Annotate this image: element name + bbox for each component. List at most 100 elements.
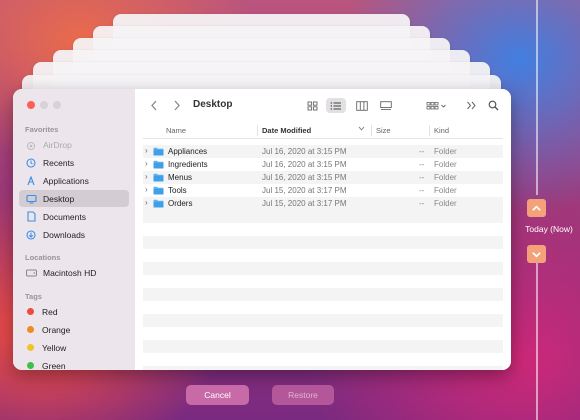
timeline-track-top[interactable] <box>536 0 538 195</box>
sidebar-tag-yellow[interactable]: Yellow <box>19 339 129 356</box>
sidebar-item-label: Documents <box>43 211 86 222</box>
sidebar-item-label: Downloads <box>43 229 86 240</box>
file-date: Jul 15, 2020 at 3:17 PM <box>262 199 347 208</box>
file-size: -- <box>419 160 425 169</box>
sidebar-item-airdrop[interactable]: AirDrop <box>19 136 129 153</box>
sidebar-item-applications[interactable]: Applications <box>19 172 129 189</box>
column-size[interactable]: Size <box>376 126 391 135</box>
close-button[interactable] <box>27 101 35 109</box>
list-view-button[interactable] <box>326 98 346 113</box>
chevron-down-icon <box>532 251 541 258</box>
folder-icon <box>153 147 164 156</box>
sidebar-item-desktop[interactable]: Desktop <box>19 190 129 207</box>
disclosure-chevron-icon[interactable]: › <box>145 198 148 207</box>
more-toolbar-button[interactable] <box>461 98 481 113</box>
chevron-right-icon <box>174 100 180 110</box>
timeline-up-button[interactable] <box>527 199 546 217</box>
applications-icon <box>25 175 37 187</box>
sidebar-item-documents[interactable]: Documents <box>19 208 129 225</box>
airdrop-icon <box>25 139 37 151</box>
tag-dot-icon <box>27 308 34 315</box>
tag-dot-icon <box>27 362 34 369</box>
search-button[interactable] <box>483 98 503 113</box>
file-name: Tools <box>168 186 187 195</box>
forward-button[interactable] <box>170 98 184 112</box>
timeline-label: Today (Now) <box>525 224 573 234</box>
sort-chevron-down-icon <box>358 125 365 134</box>
file-kind: Folder <box>434 173 457 182</box>
column-divider[interactable] <box>371 125 372 136</box>
sidebar-locations-header: Locations <box>25 253 61 262</box>
zoom-button[interactable] <box>53 101 61 109</box>
column-date-modified[interactable]: Date Modified <box>262 126 311 135</box>
sidebar-tag-green[interactable]: Green <box>19 357 129 370</box>
sidebar-item-label: Yellow <box>42 342 67 353</box>
column-view-button[interactable] <box>352 98 372 113</box>
disclosure-chevron-icon[interactable]: › <box>145 146 148 155</box>
disclosure-chevron-icon[interactable]: › <box>145 172 148 181</box>
back-button[interactable] <box>147 98 161 112</box>
sidebar: Favorites AirDrop Recents Applications D… <box>13 89 135 370</box>
restore-button[interactable]: Restore <box>272 385 334 405</box>
sidebar-tag-red[interactable]: Red <box>19 303 129 320</box>
gallery-icon <box>380 100 392 110</box>
timeline-track-bottom[interactable] <box>536 258 538 420</box>
sidebar-item-downloads[interactable]: Downloads <box>19 226 129 243</box>
timeline-down-button[interactable] <box>527 245 546 263</box>
grid-icon <box>307 101 317 110</box>
file-name: Appliances <box>168 147 208 156</box>
empty-list-area <box>143 210 503 370</box>
disclosure-chevron-icon[interactable]: › <box>145 185 148 194</box>
file-size: -- <box>419 173 425 182</box>
column-divider[interactable] <box>257 125 258 136</box>
sidebar-item-label: Green <box>42 360 66 371</box>
column-header: Name Date Modified Size Kind <box>143 123 503 139</box>
toolbar: Desktop <box>135 89 511 121</box>
sidebar-item-label: Desktop <box>43 193 75 204</box>
list-icon <box>330 101 341 110</box>
folder-icon <box>153 173 164 182</box>
sidebar-item-label: AirDrop <box>43 139 72 150</box>
group-by-button[interactable] <box>424 98 450 113</box>
table-row[interactable]: › Ingredients Jul 16, 2020 at 3:15 PM --… <box>143 158 503 171</box>
tag-dot-icon <box>27 344 34 351</box>
table-row[interactable]: › Orders Jul 15, 2020 at 3:17 PM -- Fold… <box>143 197 503 210</box>
folder-icon <box>153 160 164 169</box>
table-row[interactable]: › Menus Jul 16, 2020 at 3:15 PM -- Folde… <box>143 171 503 184</box>
sidebar-item-label: Red <box>42 306 58 317</box>
table-row[interactable]: › Appliances Jul 16, 2020 at 3:15 PM -- … <box>143 145 503 158</box>
table-row[interactable]: › Tools Jul 15, 2020 at 3:17 PM -- Folde… <box>143 184 503 197</box>
finder-window: Favorites AirDrop Recents Applications D… <box>13 89 511 370</box>
file-size: -- <box>419 199 425 208</box>
columns-icon <box>356 100 368 111</box>
cancel-button[interactable]: Cancel <box>186 385 249 405</box>
download-icon <box>25 229 37 241</box>
disclosure-chevron-icon[interactable]: › <box>145 159 148 168</box>
window-controls <box>27 101 61 109</box>
icon-view-button[interactable] <box>302 98 322 113</box>
chevron-left-icon <box>151 100 157 110</box>
file-name: Ingredients <box>168 160 208 169</box>
sidebar-item-label: Macintosh HD <box>43 267 97 278</box>
sidebar-item-recents[interactable]: Recents <box>19 154 129 171</box>
minimize-button[interactable] <box>40 101 48 109</box>
sidebar-item-label: Recents <box>43 157 75 168</box>
sidebar-item-label: Applications <box>43 175 89 186</box>
file-kind: Folder <box>434 186 457 195</box>
folder-icon <box>153 199 164 208</box>
file-size: -- <box>419 147 425 156</box>
sidebar-tag-orange[interactable]: Orange <box>19 321 129 338</box>
double-chevron-right-icon <box>466 101 476 110</box>
file-size: -- <box>419 186 425 195</box>
file-browser: Desktop Name Date Modified Size Kind › A… <box>135 89 511 370</box>
column-kind[interactable]: Kind <box>434 126 449 135</box>
gallery-view-button[interactable] <box>376 98 396 113</box>
sidebar-item-macintosh-hd[interactable]: Macintosh HD <box>19 264 129 281</box>
file-date: Jul 15, 2020 at 3:17 PM <box>262 186 347 195</box>
column-name[interactable]: Name <box>166 126 186 135</box>
column-divider[interactable] <box>429 125 430 136</box>
search-icon <box>488 100 498 111</box>
window-title: Desktop <box>193 99 233 110</box>
file-date: Jul 16, 2020 at 3:15 PM <box>262 160 347 169</box>
file-kind: Folder <box>434 160 457 169</box>
